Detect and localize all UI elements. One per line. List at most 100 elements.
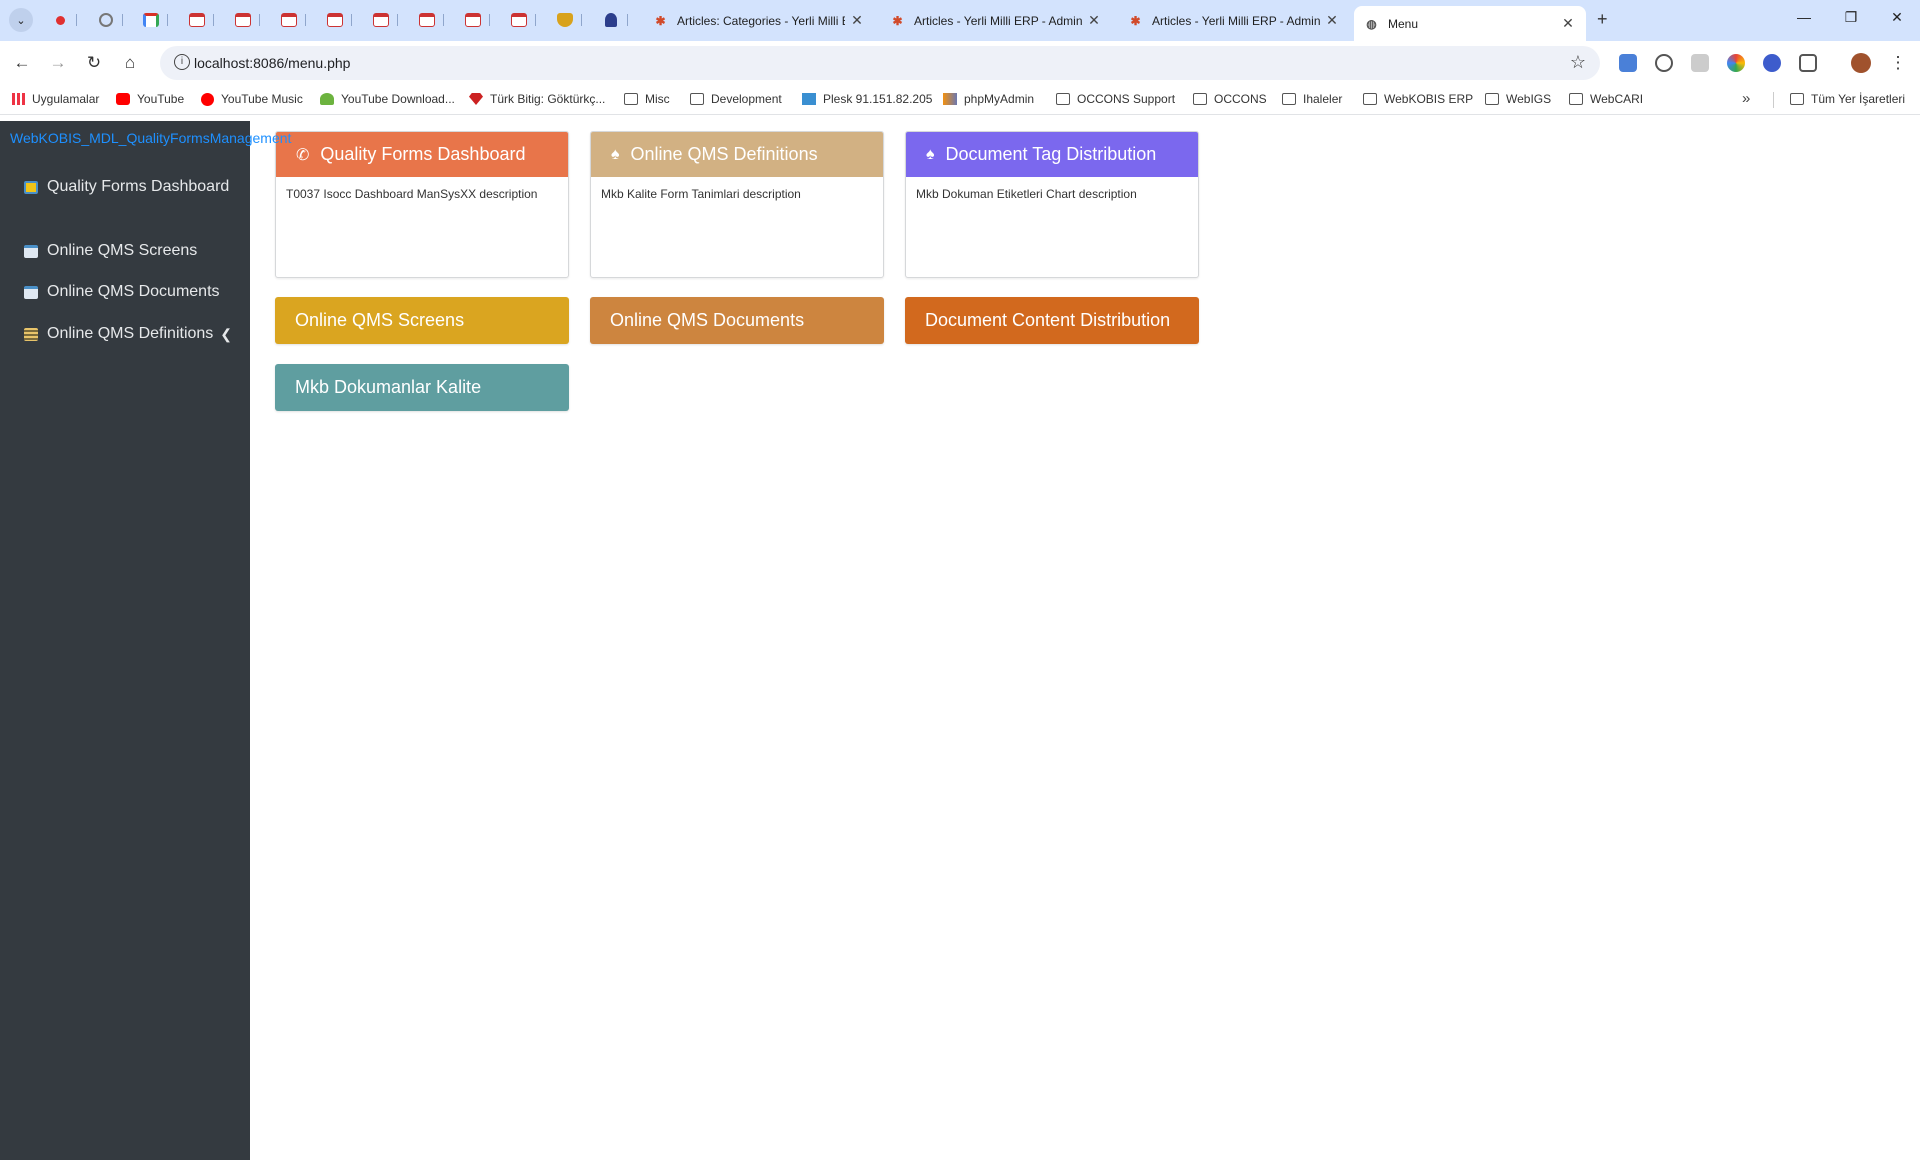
bookmark-folder-development[interactable]: Development	[690, 92, 782, 106]
translate-extension-icon[interactable]	[1619, 54, 1637, 72]
button-document-content-distribution[interactable]: Document Content Distribution	[905, 297, 1199, 344]
forward-arrow-icon[interactable]: →	[46, 51, 70, 75]
brand-link[interactable]: WebKOBIS_MDL_QualityFormsManagement	[10, 130, 291, 146]
card-description: T0037 Isocc Dashboard ManSysXX descripti…	[286, 187, 538, 201]
tab-menu-active[interactable]: ◍ Menu ✕	[1354, 6, 1586, 41]
bookmark-turk-bitig[interactable]: Türk Bitig: Göktürkç...	[469, 92, 605, 106]
bookmark-label: OCCONS	[1214, 92, 1267, 106]
bookmark-label: WebIGS	[1506, 92, 1552, 106]
folder-icon	[624, 93, 638, 105]
bookmark-folder-all[interactable]: Tüm Yer İşaretleri	[1790, 92, 1905, 106]
bookmark-folder-webcari[interactable]: WebCARI	[1569, 92, 1643, 106]
pinned-tab[interactable]	[47, 8, 77, 32]
close-icon[interactable]: ✕	[849, 12, 865, 29]
bookmark-youtube-music[interactable]: YouTube Music	[201, 92, 303, 106]
bookmark-label: Ihaleler	[1303, 92, 1343, 106]
tab-articles-2[interactable]: ✱ Articles - Yerli Milli ERP - Administr…	[1118, 6, 1350, 35]
card-online-qms-definitions[interactable]: ♠ Online QMS Definitions Mkb Kalite Form…	[590, 131, 884, 278]
url-text[interactable]: localhost:8086/menu.php	[194, 55, 350, 71]
bookmark-label: Misc	[645, 92, 670, 106]
card-description: Mkb Kalite Form Tanimlari description	[601, 187, 801, 201]
bookmark-folder-webkobis-erp[interactable]: WebKOBIS ERP	[1363, 92, 1473, 106]
sidebar-item-online-qms-definitions[interactable]: Online QMS Definitions ❮	[24, 323, 234, 345]
tab-articles-1[interactable]: ✱ Articles - Yerli Milli ERP - Administr…	[880, 6, 1112, 35]
reload-icon[interactable]: ↻	[82, 51, 106, 75]
card-quality-forms-dashboard[interactable]: ✆ Quality Forms Dashboard T0037 Isocc Da…	[275, 131, 569, 278]
color-picker-extension-icon[interactable]	[1727, 54, 1745, 72]
minimize-icon[interactable]: —	[1794, 9, 1814, 25]
pinned-tab[interactable]	[184, 8, 214, 32]
bookmark-folder-webigs[interactable]: WebIGS	[1485, 92, 1551, 106]
bookmark-plesk[interactable]: Plesk 91.151.82.205	[802, 92, 932, 106]
button-online-qms-documents[interactable]: Online QMS Documents	[590, 297, 884, 344]
home-icon[interactable]: ⌂	[118, 51, 142, 75]
gmail-icon	[143, 13, 159, 27]
sidebar-item-online-qms-screens[interactable]: Online QMS Screens	[24, 240, 234, 262]
restore-icon[interactable]: ❐	[1841, 9, 1861, 26]
chevron-left-icon[interactable]: ❮	[220, 323, 232, 345]
bookmark-label: Türk Bitig: Göktürkç...	[490, 92, 606, 106]
new-tab-plus-icon[interactable]: +	[1597, 9, 1608, 30]
browser-tab-bar: ⌄ ✱ Articles: Categories - Yerli Milli E…	[0, 0, 1920, 41]
tab-search-chevron-icon[interactable]: ⌄	[9, 8, 33, 32]
pinned-tab[interactable]	[322, 8, 352, 32]
pinned-tab[interactable]	[276, 8, 306, 32]
sidebar-item-label: Online QMS Documents	[47, 283, 220, 300]
joomla-icon: ✱	[892, 13, 903, 28]
card-header[interactable]: ✆ Quality Forms Dashboard	[276, 132, 568, 177]
close-icon[interactable]: ✕	[1560, 15, 1576, 32]
bookmark-star-icon[interactable]: ☆	[1570, 52, 1586, 73]
site-info-icon[interactable]: i	[174, 54, 190, 70]
sidebar-item-label: Online QMS Definitions	[47, 325, 214, 342]
bookmark-phpmyadmin[interactable]: phpMyAdmin	[943, 92, 1034, 106]
pinned-tab[interactable]	[460, 8, 490, 32]
bookmark-youtube[interactable]: YouTube	[116, 92, 184, 106]
tab-title: Articles - Yerli Milli ERP - Administrat…	[1152, 13, 1320, 28]
more-menu-icon[interactable]: ⋮	[1886, 51, 1910, 75]
puzzle-extensions-icon[interactable]	[1799, 54, 1817, 72]
card-document-tag-distribution[interactable]: ♠ Document Tag Distribution Mkb Dokuman …	[905, 131, 1199, 278]
download-icon	[320, 93, 334, 105]
sidebar-item-online-qms-documents[interactable]: Online QMS Documents	[24, 281, 234, 303]
pinned-tab[interactable]	[506, 8, 536, 32]
folder-icon	[690, 93, 704, 105]
bookmark-folder-occons[interactable]: OCCONS	[1193, 92, 1267, 106]
close-icon[interactable]: ✕	[1086, 12, 1102, 29]
bookmark-folder-misc[interactable]: Misc	[624, 92, 670, 106]
extension-icon[interactable]	[1691, 54, 1709, 72]
window-close-icon[interactable]: ✕	[1887, 9, 1907, 26]
bookmarks-bar: Uygulamalar YouTube YouTube Music YouTub…	[0, 85, 1920, 115]
close-icon[interactable]: ✕	[1324, 12, 1340, 29]
record-icon	[55, 15, 65, 25]
pinned-tab[interactable]	[552, 8, 582, 32]
button-online-qms-screens[interactable]: Online QMS Screens	[275, 297, 569, 344]
double-chevron-right-icon[interactable]: »	[1742, 90, 1750, 107]
bookmarks-divider	[1773, 92, 1774, 108]
pinned-tab[interactable]	[414, 8, 444, 32]
bookmark-youtube-download[interactable]: YouTube Download...	[320, 92, 455, 106]
card-header[interactable]: ♠ Online QMS Definitions	[591, 132, 883, 177]
bookmark-folder-occons-support[interactable]: OCCONS Support	[1056, 92, 1175, 106]
pinned-tab[interactable]	[368, 8, 398, 32]
bookmark-label: phpMyAdmin	[964, 92, 1035, 106]
profile-avatar[interactable]	[1851, 53, 1871, 73]
button-mkb-dokumanlar-kalite[interactable]: Mkb Dokumanlar Kalite	[275, 364, 569, 411]
pinned-tab[interactable]	[93, 8, 123, 32]
joomla-icon: ✱	[1130, 13, 1141, 28]
back-arrow-icon[interactable]: ←	[10, 51, 34, 75]
tab-articles-categories[interactable]: ✱ Articles: Categories - Yerli Milli ERP…	[643, 6, 875, 35]
pinned-tab[interactable]	[138, 8, 168, 32]
globe-icon: ◍	[1366, 16, 1377, 31]
bookmark-apps[interactable]: Uygulamalar	[12, 92, 99, 106]
recycle-extension-icon[interactable]	[1655, 54, 1673, 72]
folder-icon	[1363, 93, 1377, 105]
extension-icon[interactable]	[1763, 54, 1781, 72]
pinned-tab[interactable]	[598, 8, 628, 32]
pinned-tab[interactable]	[230, 8, 260, 32]
card-header[interactable]: ♠ Document Tag Distribution	[906, 132, 1198, 177]
bookmark-label: YouTube Download...	[341, 92, 455, 106]
address-bar[interactable]: i localhost:8086/menu.php ☆	[160, 46, 1600, 80]
tab-title: Articles - Yerli Milli ERP - Administrat…	[914, 13, 1082, 28]
bookmark-folder-ihaleler[interactable]: Ihaleler	[1282, 92, 1342, 106]
sidebar-item-quality-forms-dashboard[interactable]: Quality Forms Dashboard	[24, 176, 234, 198]
